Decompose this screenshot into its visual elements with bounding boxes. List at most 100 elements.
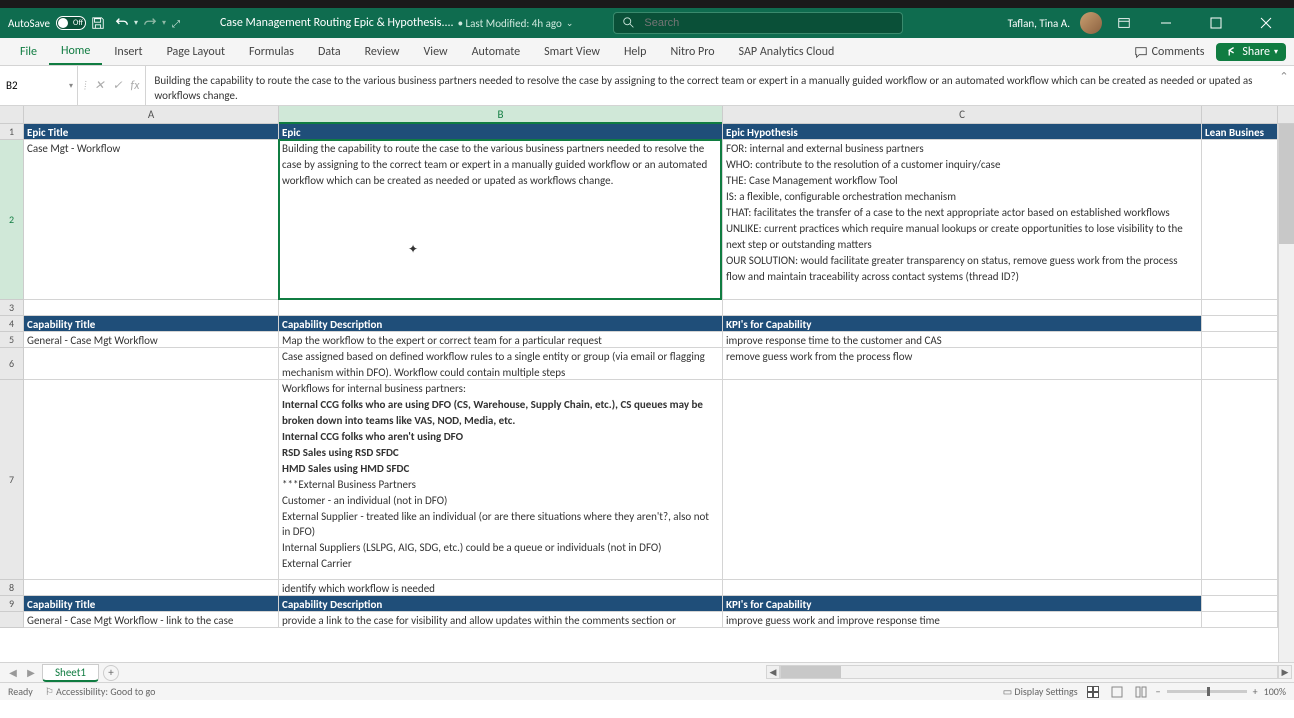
tab-insert[interactable]: Insert bbox=[102, 38, 154, 65]
row-header-10[interactable] bbox=[0, 612, 24, 628]
cell-D7[interactable] bbox=[1202, 380, 1278, 579]
page-layout-view-icon[interactable] bbox=[1108, 685, 1126, 699]
cell-C2[interactable]: FOR: internal and external business part… bbox=[723, 140, 1202, 299]
cell-B6[interactable]: Case assigned based on defined workflow … bbox=[279, 348, 723, 379]
cell-A4[interactable]: Capability Title bbox=[24, 316, 279, 331]
sheet-nav-next[interactable]: ▶ bbox=[24, 666, 38, 679]
formula-dropdown[interactable]: ⁞ bbox=[84, 80, 86, 91]
tab-file[interactable]: File bbox=[8, 38, 49, 65]
cell-C6[interactable]: remove guess work from the process flow bbox=[723, 348, 1202, 379]
tab-formulas[interactable]: Formulas bbox=[237, 38, 306, 65]
user-name[interactable]: Taflan, Tina A. bbox=[1008, 17, 1070, 30]
cell-D2[interactable] bbox=[1202, 140, 1278, 299]
cell-B10[interactable]: provide a link to the case for visibilit… bbox=[279, 612, 723, 627]
hscroll-left[interactable]: ◀ bbox=[766, 665, 780, 679]
cell-A5[interactable]: General - Case Mgt Workflow bbox=[24, 332, 279, 347]
tab-view[interactable]: View bbox=[412, 38, 460, 65]
cell-D6[interactable] bbox=[1202, 348, 1278, 379]
redo-icon[interactable] bbox=[140, 13, 160, 33]
cell-A9[interactable]: Capability Title bbox=[24, 596, 279, 611]
status-accessibility[interactable]: ⚐ Accessibility: Good to go bbox=[45, 685, 156, 698]
undo-dropdown[interactable]: ▾ bbox=[134, 18, 138, 28]
horizontal-scrollbar[interactable] bbox=[780, 665, 1278, 679]
tab-home[interactable]: Home bbox=[49, 38, 102, 65]
cell-D1[interactable]: Lean Busines bbox=[1202, 124, 1278, 139]
minimize-button[interactable] bbox=[1146, 8, 1186, 38]
zoom-in-button[interactable]: + bbox=[1253, 685, 1258, 698]
vertical-scrollbar[interactable] bbox=[1278, 124, 1294, 662]
zoom-out-button[interactable]: − bbox=[1156, 685, 1161, 698]
row-header-1[interactable]: 1 bbox=[0, 124, 24, 140]
col-header-A[interactable]: A bbox=[24, 106, 279, 123]
cell-D10[interactable] bbox=[1202, 612, 1278, 627]
cell-A3[interactable] bbox=[24, 300, 279, 315]
tab-automate[interactable]: Automate bbox=[460, 38, 533, 65]
cell-C8[interactable] bbox=[723, 580, 1202, 595]
sheet-tab-sheet1[interactable]: Sheet1 bbox=[42, 664, 99, 682]
cell-B4[interactable]: Capability Description bbox=[279, 316, 723, 331]
tab-sap-analytics[interactable]: SAP Analytics Cloud bbox=[727, 38, 847, 65]
qat-customize[interactable]: ⤢ bbox=[172, 17, 180, 30]
save-icon[interactable] bbox=[88, 13, 108, 33]
enter-formula-icon[interactable]: ✓ bbox=[112, 78, 122, 93]
cell-C1[interactable]: Epic Hypothesis bbox=[723, 124, 1202, 139]
normal-view-icon[interactable] bbox=[1084, 685, 1102, 699]
cell-B5[interactable]: Map the workflow to the expert or correc… bbox=[279, 332, 723, 347]
add-sheet-button[interactable]: + bbox=[103, 665, 119, 681]
undo-icon[interactable] bbox=[112, 13, 132, 33]
cell-A7[interactable] bbox=[24, 380, 279, 579]
fx-icon[interactable]: fx bbox=[131, 79, 140, 93]
autosave-toggle[interactable]: AutoSave Off bbox=[8, 16, 86, 30]
formula-text[interactable]: Building the capability to route the cas… bbox=[146, 66, 1274, 105]
chevron-down-icon[interactable]: ⌄ bbox=[566, 18, 574, 29]
cell-D5[interactable] bbox=[1202, 332, 1278, 347]
cell-B9[interactable]: Capability Description bbox=[279, 596, 723, 611]
cell-B7[interactable]: Workflows for internal business partners… bbox=[279, 380, 723, 579]
toggle-switch[interactable]: Off bbox=[56, 16, 86, 30]
cell-D4[interactable] bbox=[1202, 316, 1278, 331]
tab-page-layout[interactable]: Page Layout bbox=[155, 38, 237, 65]
cell-A6[interactable] bbox=[24, 348, 279, 379]
row-header-4[interactable]: 4 bbox=[0, 316, 24, 332]
row-header-3[interactable]: 3 bbox=[0, 300, 24, 316]
formula-expand-icon[interactable]: ⌃ bbox=[1274, 66, 1294, 105]
zoom-slider[interactable] bbox=[1167, 690, 1247, 693]
sheet-nav-prev[interactable]: ◀ bbox=[6, 666, 20, 679]
window-layout-icon[interactable] bbox=[1114, 13, 1134, 33]
hscroll-right[interactable]: ▶ bbox=[1278, 665, 1292, 679]
cell-C3[interactable] bbox=[723, 300, 1202, 315]
tab-nitro-pro[interactable]: Nitro Pro bbox=[658, 38, 726, 65]
avatar[interactable] bbox=[1080, 12, 1102, 34]
cell-A10[interactable]: General - Case Mgt Workflow - link to th… bbox=[24, 612, 279, 627]
zoom-level[interactable]: 100% bbox=[1264, 685, 1286, 698]
cell-C7[interactable] bbox=[723, 380, 1202, 579]
cell-A1[interactable]: Epic Title bbox=[24, 124, 279, 139]
row-header-9[interactable]: 9 bbox=[0, 596, 24, 612]
display-settings[interactable]: ▭ Display Settings bbox=[1003, 685, 1078, 698]
row-header-8[interactable]: 8 bbox=[0, 580, 24, 596]
row-header-5[interactable]: 5 bbox=[0, 332, 24, 348]
col-header-D[interactable] bbox=[1202, 106, 1278, 123]
search-box[interactable] bbox=[613, 12, 903, 34]
close-button[interactable] bbox=[1246, 8, 1286, 38]
tab-review[interactable]: Review bbox=[353, 38, 412, 65]
cell-grid[interactable]: Epic Title Epic Epic Hypothesis Lean Bus… bbox=[24, 124, 1294, 662]
cell-B2[interactable]: Building the capability to route the cas… bbox=[279, 140, 723, 299]
cell-C10[interactable]: improve guess work and improve response … bbox=[723, 612, 1202, 627]
name-box[interactable]: B2 ▾ bbox=[0, 66, 78, 105]
share-button[interactable]: Share ▾ bbox=[1216, 43, 1286, 61]
search-input[interactable] bbox=[644, 17, 894, 29]
cell-B8[interactable]: identify which workflow is needed bbox=[279, 580, 723, 595]
cell-D3[interactable] bbox=[1202, 300, 1278, 315]
cell-D8[interactable] bbox=[1202, 580, 1278, 595]
cell-C4[interactable]: KPI's for Capability bbox=[723, 316, 1202, 331]
cell-B1[interactable]: Epic bbox=[279, 124, 723, 139]
row-header-7[interactable]: 7 bbox=[0, 380, 24, 580]
cancel-formula-icon[interactable]: ✕ bbox=[94, 78, 104, 93]
page-break-view-icon[interactable] bbox=[1132, 685, 1150, 699]
cell-B3[interactable] bbox=[279, 300, 723, 315]
document-title[interactable]: Case Management Routing Epic & Hypothesi… bbox=[220, 16, 573, 30]
row-header-6[interactable]: 6 bbox=[0, 348, 24, 380]
cell-D9[interactable] bbox=[1202, 596, 1278, 611]
tab-smart-view[interactable]: Smart View bbox=[532, 38, 612, 65]
